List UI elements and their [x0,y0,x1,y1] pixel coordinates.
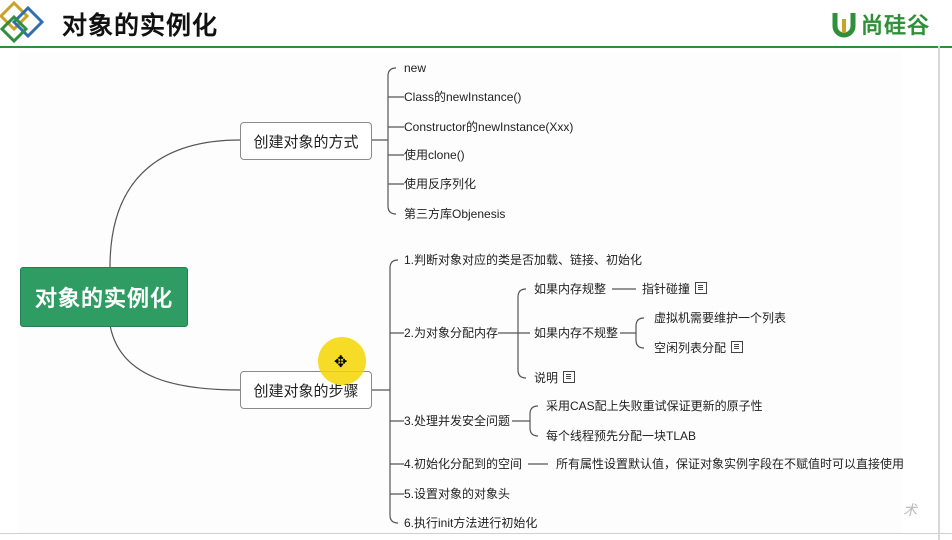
connector-root-steps [109,324,241,391]
connector-ways [370,67,404,215]
leaf-way-constructor-newinstance[interactable]: Constructor的newInstance(Xxx) [404,120,573,134]
root-node[interactable]: 对象的实例化 [20,267,188,327]
move-cursor-icon: ✥ [334,354,348,371]
connector-s2 [498,288,530,379]
leaf-step-2-irregular[interactable]: 如果内存不规整 [534,326,618,340]
leaf-step-6[interactable]: 6.执行init方法进行初始化 [404,516,537,530]
leaf-step-4-default-values[interactable]: 所有属性设置默认值，保证对象实例字段在不赋值时可以直接使用 [556,457,904,471]
leaf-step-2-regular[interactable]: 如果内存规整 [534,282,606,296]
leaf-step-2-free-list[interactable]: 虚拟机需要维护一个列表 [654,311,786,325]
connector-steps [370,259,404,524]
note-icon[interactable] [695,282,708,294]
pointer-bump-label: 指针碰撞 [642,282,691,296]
leaf-way-new[interactable]: new [404,61,426,75]
leaf-way-objenesis[interactable]: 第三方库Objenesis [404,207,505,221]
leaf-step-3[interactable]: 3.处理并发安全问题 [404,414,510,428]
leaf-step-2-free-list-alloc[interactable]: 空闲列表分配 [654,341,744,355]
leaf-step-5[interactable]: 5.设置对象的对象头 [404,487,510,501]
leaf-way-class-newinstance[interactable]: Class的newInstance() [404,90,521,104]
free-list-alloc-label: 空闲列表分配 [654,341,727,355]
connector-s2-irregular [620,317,645,349]
note-icon[interactable] [731,341,744,353]
note-icon[interactable] [563,371,576,383]
leaf-step-3-tlab[interactable]: 每个线程预先分配一块TLAB [546,429,696,443]
leaf-step-2-pointer-bump[interactable]: 指针碰撞 [642,282,708,296]
connector-s3 [512,405,539,437]
leaf-step-2-note[interactable]: 说明 [534,371,576,385]
leaf-way-clone[interactable]: 使用clone() [404,148,465,162]
leaf-step-2[interactable]: 2.为对象分配内存 [404,326,498,340]
branch-node-ways[interactable]: 创建对象的方式 [240,122,372,160]
leaf-way-deserialize[interactable]: 使用反序列化 [404,177,476,191]
leaf-step-3-cas[interactable]: 采用CAS配上失败重试保证更新的原子性 [546,399,763,413]
leaf-step-1[interactable]: 1.判断对象对应的类是否加载、链接、初始化 [404,253,642,267]
leaf-step-4[interactable]: 4.初始化分配到的空间 [404,457,522,471]
note-label: 说明 [534,371,559,385]
connector-root-ways [109,139,241,268]
watermark-text: 术 [903,502,917,518]
